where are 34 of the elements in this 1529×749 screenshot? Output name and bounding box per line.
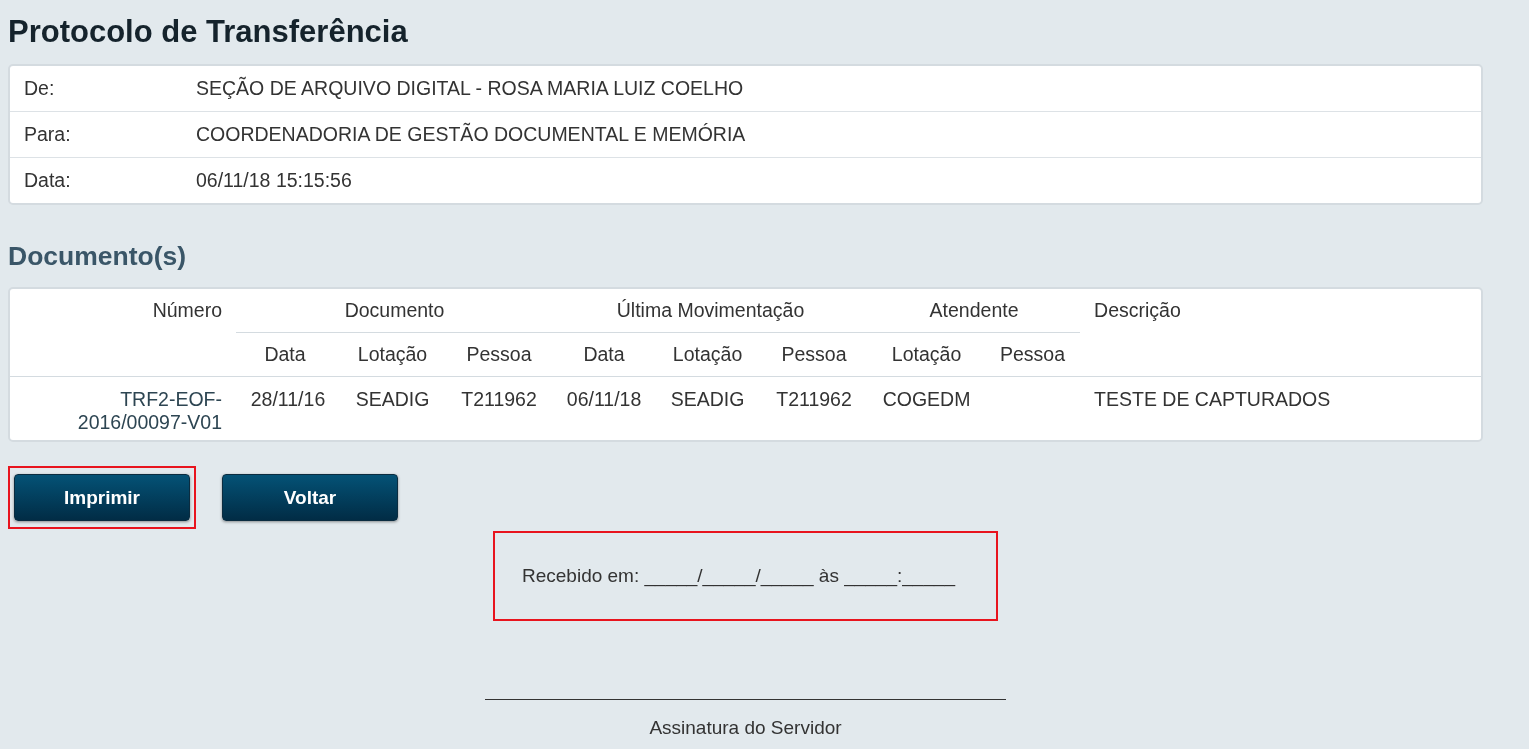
table-cell: COGEDM	[868, 376, 986, 440]
table-cell: TESTE DE CAPTURADOS	[1080, 376, 1481, 440]
action-button[interactable]: Imprimir	[14, 474, 190, 521]
column-header: Pessoa	[760, 332, 869, 377]
column-header: Pessoa	[445, 332, 554, 377]
field-label: De:	[23, 77, 56, 100]
column-header: Atendente	[868, 289, 1081, 333]
field-label: Data:	[23, 169, 72, 192]
signature-label: Assinatura do Servidor	[485, 699, 1006, 739]
column-header: Lotação	[868, 332, 986, 377]
column-header: Documento	[236, 289, 554, 333]
column-header: Data	[236, 332, 340, 377]
table-cell: T211962	[445, 376, 554, 440]
page-title: Protocolo de Transferência	[8, 13, 409, 51]
table-cell: 28/11/16	[236, 376, 340, 440]
column-header: Pessoa	[985, 332, 1081, 377]
action-button[interactable]: Voltar	[222, 474, 398, 521]
table-cell: T211962	[760, 376, 869, 440]
column-header: Descrição	[1080, 289, 1481, 377]
column-header: Data	[553, 332, 656, 377]
field-value: 06/11/18 15:15:56	[196, 169, 352, 192]
field-label: Para:	[23, 123, 72, 146]
field-value: SEÇÃO DE ARQUIVO DIGITAL - ROSA MARIA LUIZ COELHO	[196, 77, 744, 100]
table-cell: 06/11/18	[553, 376, 656, 440]
field-value: COORDENADORIA DE GESTÃO DOCUMENTAL E MEMÓRIA	[196, 123, 746, 146]
section-title: Documento(s)	[8, 240, 188, 273]
column-header: Lotação	[340, 332, 445, 377]
table-cell: SEADIG	[655, 376, 761, 440]
table-cell: SEADIG	[340, 376, 445, 440]
table-cell: TRF2-EOF-2016/00097-V01	[10, 376, 236, 440]
column-header: Lotação	[655, 332, 761, 377]
column-header: Número	[10, 289, 236, 377]
column-header: Última Movimentação	[553, 289, 869, 333]
receipt-text: Recebido em: _____/_____/_____ às _____:_____	[522, 565, 956, 587]
